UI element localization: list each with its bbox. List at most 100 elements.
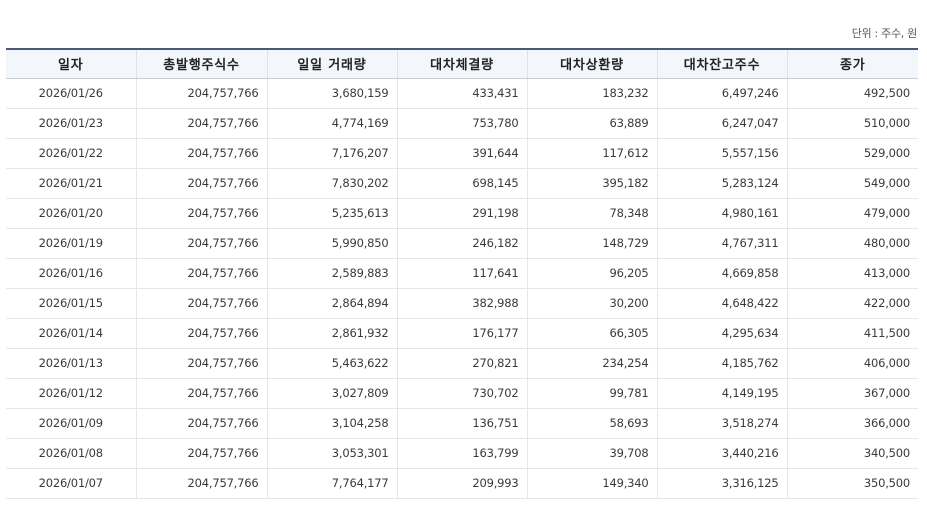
cell-daily-volume: 2,864,894 <box>267 288 398 319</box>
cell-lending-repaid: 63,889 <box>527 108 658 139</box>
table-body: 2026/01/26 204,757,766 3,680,159 433,431 183… <box>6 78 918 499</box>
cell-lending-repaid: 96,205 <box>527 258 658 289</box>
cell-daily-volume: 7,176,207 <box>267 138 398 169</box>
cell-lending-balance: 4,185,762 <box>657 348 788 379</box>
cell-lending-balance: 4,149,195 <box>657 378 788 409</box>
cell-closing-price: 366,000 <box>787 408 918 439</box>
table-row: 2026/01/16 204,757,766 2,589,883 117,641 96,… <box>6 258 918 289</box>
lending-table-container: 일자 총발행주식수 일일 거래량 대차체결량 대차상환량 대차잔고주수 종가 2… <box>6 48 918 499</box>
cell-lending-executed: 753,780 <box>397 108 528 139</box>
cell-date: 2026/01/26 <box>6 78 137 109</box>
cell-lending-balance: 3,518,274 <box>657 408 788 439</box>
cell-closing-price: 367,000 <box>787 378 918 409</box>
cell-lending-balance: 5,283,124 <box>657 168 788 199</box>
cell-closing-price: 549,000 <box>787 168 918 199</box>
cell-closing-price: 480,000 <box>787 228 918 259</box>
cell-date: 2026/01/09 <box>6 408 137 439</box>
table-header: 일자 총발행주식수 일일 거래량 대차체결량 대차상환량 대차잔고주수 종가 <box>6 48 918 79</box>
cell-lending-executed: 163,799 <box>397 438 528 469</box>
cell-daily-volume: 3,027,809 <box>267 378 398 409</box>
cell-lending-repaid: 30,200 <box>527 288 658 319</box>
cell-date: 2026/01/07 <box>6 468 137 499</box>
header-lending-executed: 대차체결량 <box>397 48 528 79</box>
table-row: 2026/01/23 204,757,766 4,774,169 753,780 63,… <box>6 108 918 139</box>
table-row: 2026/01/15 204,757,766 2,864,894 382,988 30,… <box>6 288 918 319</box>
table-row: 2026/01/22 204,757,766 7,176,207 391,644 117… <box>6 138 918 169</box>
cell-lending-balance: 5,557,156 <box>657 138 788 169</box>
table-row: 2026/01/12 204,757,766 3,027,809 730,702 99,… <box>6 378 918 409</box>
cell-closing-price: 411,500 <box>787 318 918 349</box>
table-row: 2026/01/21 204,757,766 7,830,202 698,145 395… <box>6 168 918 199</box>
cell-lending-balance: 4,648,422 <box>657 288 788 319</box>
cell-lending-balance: 4,767,311 <box>657 228 788 259</box>
header-total-shares: 총발행주식수 <box>136 48 268 79</box>
cell-date: 2026/01/13 <box>6 348 137 379</box>
cell-lending-executed: 730,702 <box>397 378 528 409</box>
cell-closing-price: 529,000 <box>787 138 918 169</box>
unit-caption: 단위 : 주수, 원 <box>851 27 918 40</box>
cell-date: 2026/01/12 <box>6 378 137 409</box>
cell-lending-repaid: 148,729 <box>527 228 658 259</box>
cell-total-shares: 204,757,766 <box>136 138 268 169</box>
cell-lending-balance: 6,497,246 <box>657 78 788 109</box>
cell-total-shares: 204,757,766 <box>136 378 268 409</box>
cell-lending-repaid: 58,693 <box>527 408 658 439</box>
cell-daily-volume: 3,053,301 <box>267 438 398 469</box>
cell-date: 2026/01/20 <box>6 198 137 229</box>
cell-lending-executed: 176,177 <box>397 318 528 349</box>
cell-lending-executed: 698,145 <box>397 168 528 199</box>
cell-total-shares: 204,757,766 <box>136 168 268 199</box>
cell-total-shares: 204,757,766 <box>136 318 268 349</box>
stock-lending-table: 일자 총발행주식수 일일 거래량 대차체결량 대차상환량 대차잔고주수 종가 2… <box>6 48 918 499</box>
cell-lending-repaid: 39,708 <box>527 438 658 469</box>
cell-daily-volume: 3,104,258 <box>267 408 398 439</box>
cell-lending-executed: 382,988 <box>397 288 528 319</box>
cell-daily-volume: 3,680,159 <box>267 78 398 109</box>
cell-lending-balance: 4,295,634 <box>657 318 788 349</box>
table-row: 2026/01/19 204,757,766 5,990,850 246,182 148… <box>6 228 918 259</box>
cell-closing-price: 422,000 <box>787 288 918 319</box>
cell-daily-volume: 2,861,932 <box>267 318 398 349</box>
cell-closing-price: 350,500 <box>787 468 918 499</box>
cell-date: 2026/01/21 <box>6 168 137 199</box>
cell-daily-volume: 5,463,622 <box>267 348 398 379</box>
cell-lending-balance: 6,247,047 <box>657 108 788 139</box>
cell-lending-executed: 291,198 <box>397 198 528 229</box>
cell-lending-repaid: 117,612 <box>527 138 658 169</box>
cell-daily-volume: 7,830,202 <box>267 168 398 199</box>
cell-total-shares: 204,757,766 <box>136 258 268 289</box>
cell-date: 2026/01/22 <box>6 138 137 169</box>
cell-lending-executed: 391,644 <box>397 138 528 169</box>
cell-total-shares: 204,757,766 <box>136 288 268 319</box>
table-row: 2026/01/09 204,757,766 3,104,258 136,751 58,… <box>6 408 918 439</box>
cell-lending-repaid: 78,348 <box>527 198 658 229</box>
cell-lending-balance: 3,316,125 <box>657 468 788 499</box>
header-date: 일자 <box>6 48 137 79</box>
cell-total-shares: 204,757,766 <box>136 468 268 499</box>
table-row: 2026/01/26 204,757,766 3,680,159 433,431 183… <box>6 78 918 109</box>
cell-lending-executed: 433,431 <box>397 78 528 109</box>
cell-lending-balance: 4,669,858 <box>657 258 788 289</box>
cell-total-shares: 204,757,766 <box>136 108 268 139</box>
cell-daily-volume: 2,589,883 <box>267 258 398 289</box>
cell-total-shares: 204,757,766 <box>136 438 268 469</box>
cell-date: 2026/01/16 <box>6 258 137 289</box>
header-closing-price: 종가 <box>787 48 918 79</box>
table-row: 2026/01/08 204,757,766 3,053,301 163,799 39,… <box>6 438 918 469</box>
cell-lending-balance: 4,980,161 <box>657 198 788 229</box>
header-lending-balance: 대차잔고주수 <box>657 48 788 79</box>
cell-daily-volume: 7,764,177 <box>267 468 398 499</box>
cell-date: 2026/01/14 <box>6 318 137 349</box>
cell-lending-executed: 117,641 <box>397 258 528 289</box>
cell-daily-volume: 5,235,613 <box>267 198 398 229</box>
cell-lending-balance: 3,440,216 <box>657 438 788 469</box>
table-row: 2026/01/20 204,757,766 5,235,613 291,198 78,… <box>6 198 918 229</box>
cell-date: 2026/01/15 <box>6 288 137 319</box>
cell-lending-repaid: 183,232 <box>527 78 658 109</box>
cell-total-shares: 204,757,766 <box>136 228 268 259</box>
cell-total-shares: 204,757,766 <box>136 198 268 229</box>
cell-lending-repaid: 149,340 <box>527 468 658 499</box>
cell-lending-executed: 209,993 <box>397 468 528 499</box>
cell-closing-price: 406,000 <box>787 348 918 379</box>
cell-lending-executed: 136,751 <box>397 408 528 439</box>
